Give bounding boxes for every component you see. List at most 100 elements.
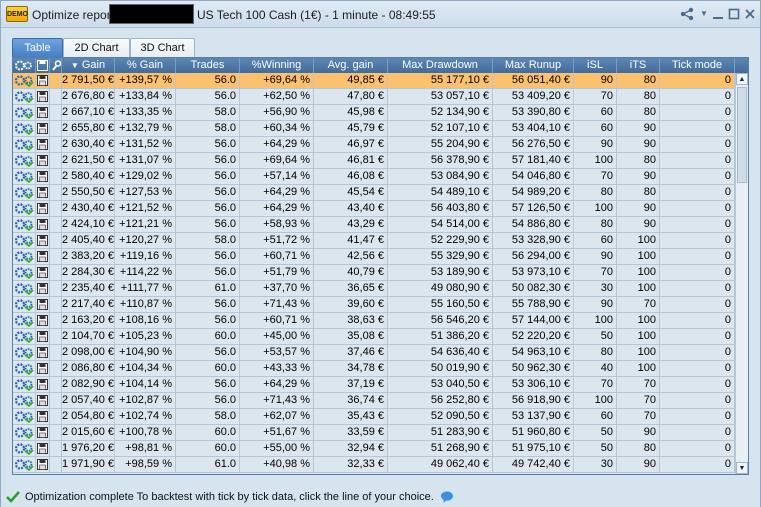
header-gain[interactable]: ▼ Gain (62, 58, 115, 73)
table-row[interactable]: 1 976,20 € +98,81 % 60.0 +55,00 % 32,94 €51 … (13, 441, 735, 457)
save-icon[interactable] (36, 169, 50, 184)
run-backtest-icon[interactable] (13, 377, 36, 392)
cell-tick-mode: 0 (660, 249, 735, 264)
table-row[interactable]: 2 676,80 € +133,84 % 56.0 +62,50 % 47,80 €53… (13, 89, 735, 105)
save-icon[interactable] (36, 185, 50, 200)
table-row[interactable]: 2 098,00 € +104,90 % 56.0 +53,57 % 37,46 €54… (13, 345, 735, 361)
save-icon[interactable] (36, 265, 50, 280)
header-max-drawdown[interactable]: Max Drawdown (388, 58, 493, 73)
run-backtest-icon[interactable] (13, 137, 36, 152)
run-backtest-icon[interactable] (13, 249, 36, 264)
run-backtest-icon[interactable] (13, 265, 36, 280)
run-backtest-icon[interactable] (13, 361, 36, 376)
table-row[interactable]: 2 015,60 € +100,78 % 60.0 +51,67 % 33,59 €51… (13, 425, 735, 441)
table-row[interactable]: 2 086,80 € +104,34 % 60.0 +43,33 % 34,78 €50… (13, 361, 735, 377)
save-icon[interactable] (36, 105, 50, 120)
header-tick-mode[interactable]: Tick mode (660, 58, 735, 73)
save-icon[interactable] (36, 233, 50, 248)
table-row[interactable]: 2 405,40 € +120,27 % 58.0 +51,72 % 41,47 €52… (13, 233, 735, 249)
run-backtest-icon[interactable] (13, 217, 36, 232)
table-row[interactable]: 2 630,40 € +131,52 % 56.0 +64,29 % 46,97 €55… (13, 137, 735, 153)
run-backtest-icon[interactable] (13, 441, 36, 456)
save-icon[interactable] (36, 297, 50, 312)
run-backtest-icon[interactable] (13, 233, 36, 248)
save-icon[interactable] (36, 249, 50, 264)
save-icon[interactable] (36, 137, 50, 152)
scrollbar-thumb[interactable] (737, 87, 747, 183)
maximize-icon[interactable] (726, 6, 742, 22)
run-backtest-icon[interactable] (13, 89, 36, 104)
run-backtest-icon[interactable] (13, 169, 36, 184)
table-row[interactable]: 2 284,30 € +114,22 % 56.0 +51,79 % 40,79 €53… (13, 265, 735, 281)
header-its[interactable]: iTS (617, 58, 660, 73)
table-row[interactable]: 2 655,80 € +132,79 % 58.0 +60,34 % 45,79 €52… (13, 121, 735, 137)
table-row[interactable]: 2 550,50 € +127,53 % 56.0 +64,29 % 45,54 €54… (13, 185, 735, 201)
save-icon[interactable] (36, 73, 50, 88)
run-backtest-icon[interactable] (13, 297, 36, 312)
run-backtest-icon[interactable] (13, 281, 36, 296)
save-icon[interactable] (36, 409, 50, 424)
header-avg-gain[interactable]: Avg. gain (314, 58, 388, 73)
share-icon[interactable] (679, 6, 695, 22)
cell-pct-gain: +127,53 % (115, 185, 176, 200)
minimize-icon[interactable] (710, 6, 726, 22)
save-icon[interactable] (36, 329, 50, 344)
run-backtest-icon[interactable] (13, 313, 36, 328)
tab-3d-chart[interactable]: 3D Chart (130, 38, 195, 58)
table-row[interactable]: 2 104,70 € +105,23 % 60.0 +45,00 % 35,08 €51… (13, 329, 735, 345)
tab-table[interactable]: Table (12, 38, 63, 58)
cell-max-drawdown: 56 546,20 € (388, 313, 493, 328)
header-trades[interactable]: Trades (176, 58, 240, 73)
run-backtest-icon[interactable] (13, 153, 36, 168)
run-backtest-icon[interactable] (13, 329, 36, 344)
run-backtest-icon[interactable] (13, 185, 36, 200)
run-backtest-icon[interactable] (13, 105, 36, 120)
table-row[interactable]: 2 082,90 € +104,14 % 56.0 +64,29 % 37,19 €53… (13, 377, 735, 393)
save-icon[interactable] (36, 457, 50, 472)
table-row[interactable]: 2 163,20 € +108,16 % 56.0 +60,71 % 38,63 €56… (13, 313, 735, 329)
save-icon[interactable] (36, 425, 50, 440)
save-icon[interactable] (36, 281, 50, 296)
vertical-scrollbar[interactable]: ▲ ▼ (735, 73, 748, 474)
run-backtest-icon[interactable] (13, 121, 36, 136)
save-icon[interactable] (36, 393, 50, 408)
save-icon[interactable] (36, 361, 50, 376)
scroll-down-icon[interactable]: ▼ (736, 462, 748, 474)
header-isl[interactable]: iSL (574, 58, 617, 73)
table-row[interactable]: 2 424,10 € +121,21 % 56.0 +58,93 % 43,29 €54… (13, 217, 735, 233)
speech-bubble-icon[interactable] (440, 490, 454, 504)
run-backtest-icon[interactable] (13, 201, 36, 216)
save-icon[interactable] (36, 441, 50, 456)
run-backtest-icon[interactable] (13, 425, 36, 440)
run-backtest-icon[interactable] (13, 345, 36, 360)
close-icon[interactable] (742, 6, 758, 22)
save-icon[interactable] (36, 201, 50, 216)
save-icon[interactable] (36, 217, 50, 232)
table-row[interactable]: 1 971,90 € +98,59 % 61.0 +40,98 % 32,33 €49 … (13, 457, 735, 473)
table-row[interactable]: 2 054,80 € +102,74 % 58.0 +62,07 % 35,43 €52… (13, 409, 735, 425)
save-icon[interactable] (36, 89, 50, 104)
run-backtest-icon[interactable] (13, 457, 36, 472)
table-row[interactable]: 2 621,50 € +131,07 % 56.0 +69,64 % 46,81 €56… (13, 153, 735, 169)
save-icon[interactable] (36, 313, 50, 328)
header-pct-gain[interactable]: % Gain (115, 58, 176, 73)
scroll-up-icon[interactable]: ▲ (736, 73, 748, 85)
save-icon[interactable] (36, 121, 50, 136)
table-row[interactable]: 2 217,40 € +110,87 % 56.0 +71,43 % 39,60 €55… (13, 297, 735, 313)
run-backtest-icon[interactable] (13, 73, 36, 88)
table-row[interactable]: 2 430,40 € +121,52 % 56.0 +64,29 % 43,40 €56… (13, 201, 735, 217)
run-backtest-icon[interactable] (13, 393, 36, 408)
run-backtest-icon[interactable] (13, 409, 36, 424)
save-icon[interactable] (36, 153, 50, 168)
table-row[interactable]: 2 235,40 € +111,77 % 61.0 +37,70 % 36,65 €49… (13, 281, 735, 297)
save-icon[interactable] (36, 345, 50, 360)
table-row[interactable]: 2 057,40 € +102,87 % 56.0 +71,43 % 36,74 €56… (13, 393, 735, 409)
tab-2d-chart[interactable]: 2D Chart (63, 38, 130, 58)
table-row[interactable]: 2 667,10 € +133,35 % 58.0 +56,90 % 45,98 €52… (13, 105, 735, 121)
header-max-runup[interactable]: Max Runup (493, 58, 574, 73)
table-row[interactable]: 2 580,40 € +129,02 % 56.0 +57,14 % 46,08 €53… (13, 169, 735, 185)
table-row[interactable]: 2 383,20 € +119,16 % 56.0 +60,71 % 42,56 €55… (13, 249, 735, 265)
header-pct-winning[interactable]: %Winning (240, 58, 314, 73)
table-row[interactable]: 2 791,50 € +139,57 % 56.0 +69,64 % 49,85 €55… (13, 73, 735, 89)
save-icon[interactable] (36, 377, 50, 392)
